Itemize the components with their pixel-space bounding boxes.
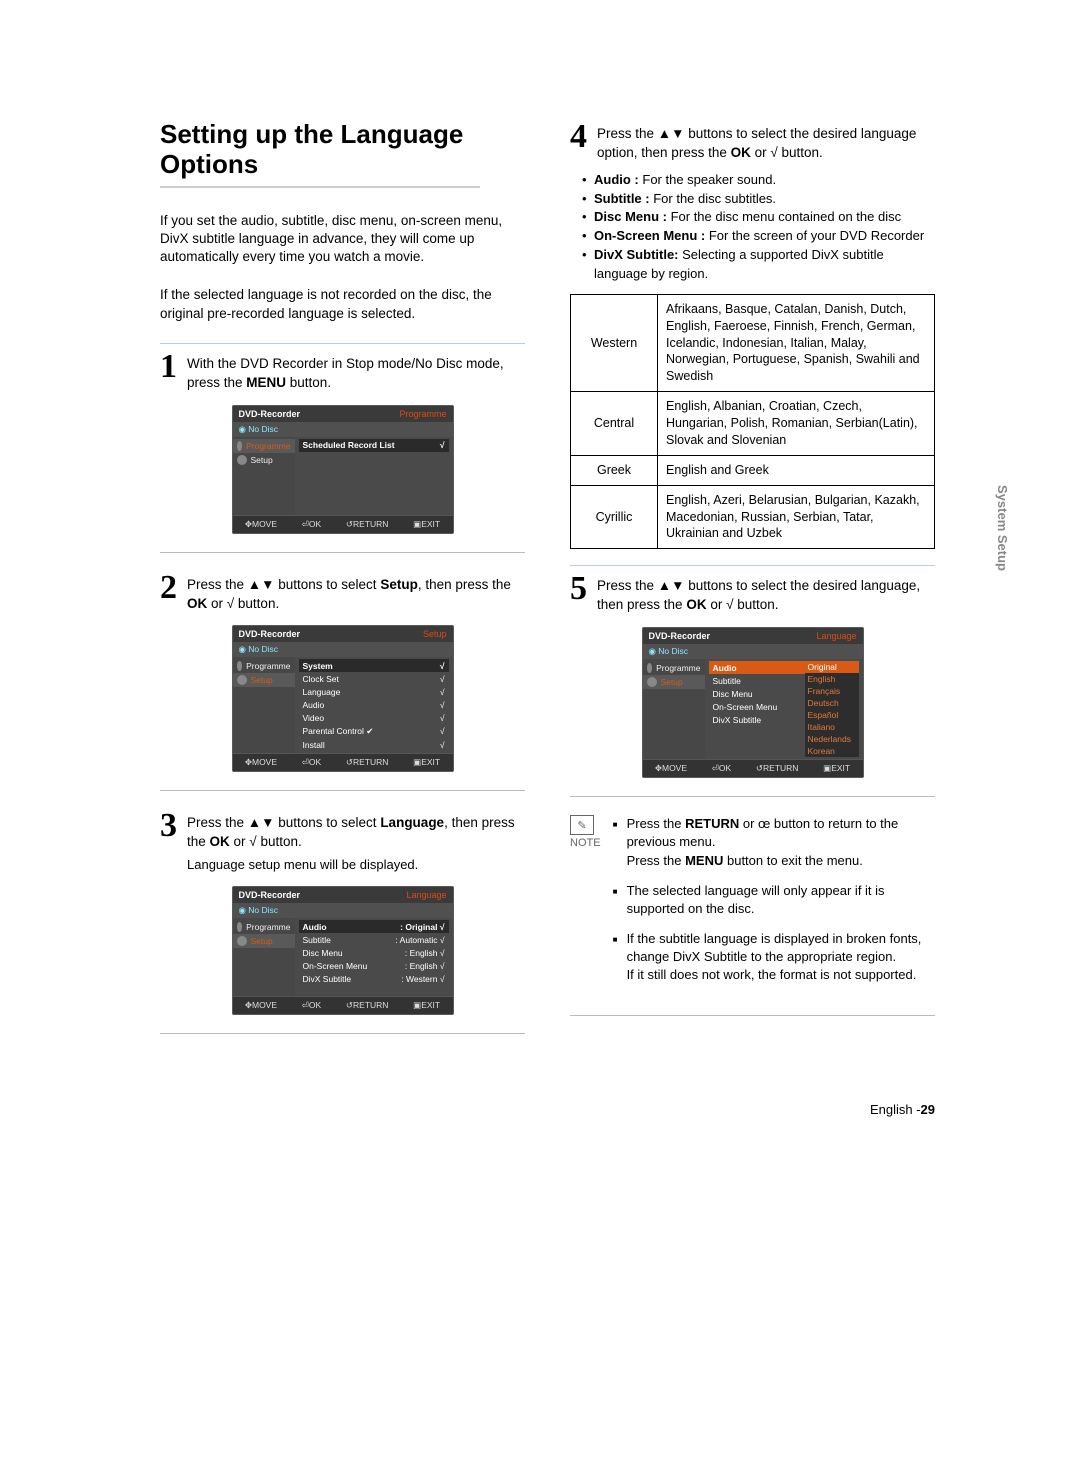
osd-screen-programme: DVD-RecorderProgramme ◉ No Disc Programm…: [232, 405, 454, 534]
page-title: Setting up the Language Options: [160, 120, 525, 180]
note-icon: ✎ NOTE: [570, 815, 601, 849]
step-4-bullets: Audio : For the speaker sound.Subtitle :…: [582, 171, 935, 284]
step-5: 5 Press the ▲▼ buttons to select the des…: [570, 572, 935, 615]
step-4: 4 Press the ▲▼ buttons to select the des…: [570, 120, 935, 163]
divider: [160, 343, 525, 344]
step-2: 2 Press the ▲▼ buttons to select Setup, …: [160, 571, 525, 614]
note-block: ✎ NOTE Press the RETURN or œ button to r…: [570, 815, 935, 997]
title-underline: [160, 186, 480, 188]
intro-1: If you set the audio, subtitle, disc men…: [160, 212, 525, 267]
divider: [160, 1033, 525, 1034]
divider: [160, 552, 525, 553]
side-tab: System Setup: [995, 485, 1010, 571]
osd-screen-language: DVD-RecorderLanguage ◉ No Disc Programme…: [232, 886, 454, 1015]
language-region-table: WesternAfrikaans, Basque, Catalan, Danis…: [570, 294, 935, 550]
divider: [160, 790, 525, 791]
osd-screen-setup: DVD-RecorderSetup ◉ No Disc Programme Se…: [232, 625, 454, 772]
divider: [570, 796, 935, 797]
osd-screen-language-select: DVD-RecorderLanguage ◉ No Disc Programme…: [642, 627, 864, 778]
page-footer: English -29: [160, 1102, 935, 1117]
step-3: 3 Press the ▲▼ buttons to select Languag…: [160, 809, 525, 874]
divider: [570, 1015, 935, 1016]
intro-2: If the selected language is not recorded…: [160, 286, 525, 322]
step-1: 1 With the DVD Recorder in Stop mode/No …: [160, 350, 525, 393]
